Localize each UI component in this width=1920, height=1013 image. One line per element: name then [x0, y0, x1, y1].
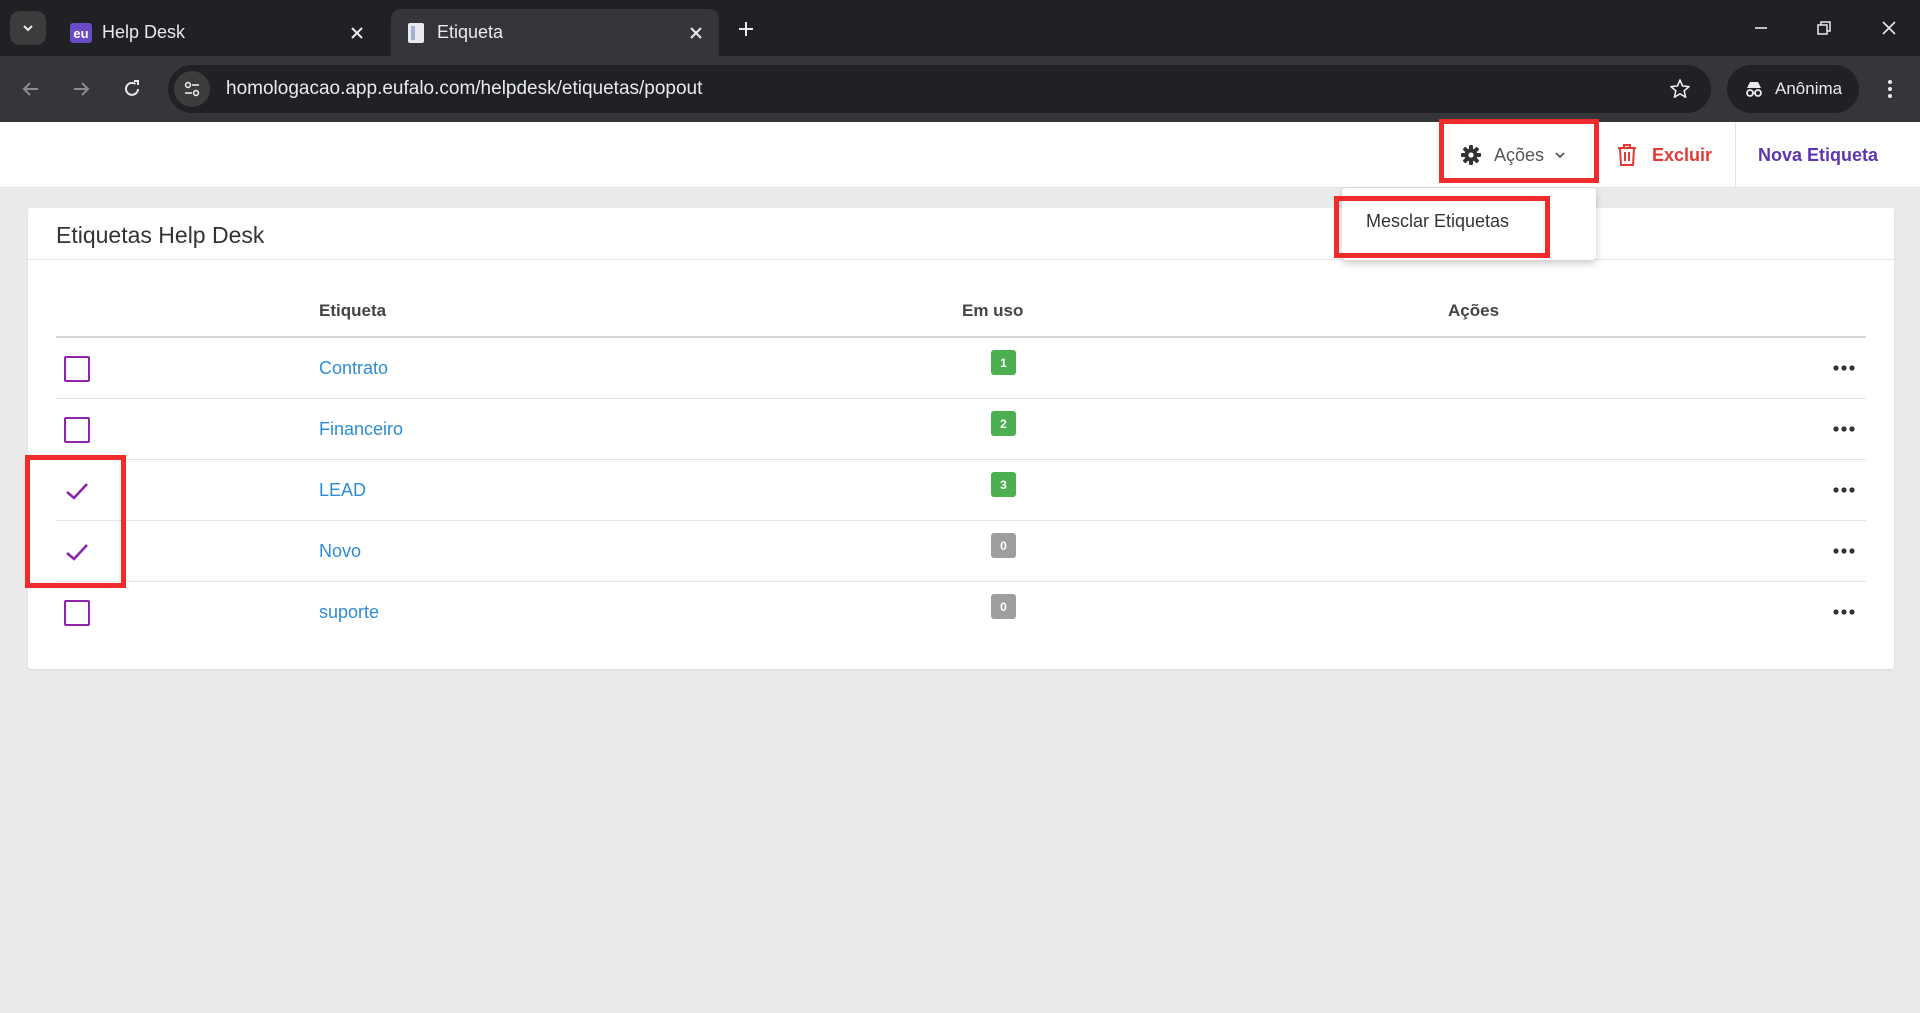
- incognito-icon: [1746, 82, 1762, 97]
- tag-name-link[interactable]: suporte: [319, 602, 379, 623]
- row-actions-button[interactable]: [1828, 537, 1860, 565]
- incognito-profile-button[interactable]: Anônima: [1727, 65, 1859, 113]
- tab-search-button[interactable]: [10, 11, 46, 45]
- more-horiz-icon: [1833, 548, 1855, 554]
- table-row: suporte 0: [56, 582, 1866, 643]
- column-header-in-use[interactable]: Em uso: [962, 301, 1023, 321]
- close-tab-button[interactable]: [342, 18, 372, 48]
- tag-name-link[interactable]: Contrato: [319, 358, 388, 379]
- usage-count-badge: 1: [991, 350, 1016, 375]
- star-icon: [1670, 79, 1690, 98]
- usage-count-badge: 0: [991, 594, 1016, 619]
- eufalo-favicon: eu: [70, 22, 92, 44]
- table-row: Financeiro 2: [56, 399, 1866, 460]
- card-title: Etiquetas Help Desk: [56, 222, 265, 248]
- url-text[interactable]: homologacao.app.eufalo.com/helpdesk/etiq…: [226, 78, 1663, 100]
- forward-button[interactable]: [64, 72, 98, 106]
- gear-icon: [1461, 145, 1481, 165]
- merge-tags-menu-item[interactable]: Mesclar Etiquetas: [1342, 198, 1596, 244]
- site-settings-icon: [184, 81, 200, 97]
- restore-button[interactable]: [1804, 10, 1844, 46]
- address-bar[interactable]: homologacao.app.eufalo.com/helpdesk/etiq…: [168, 65, 1711, 113]
- favicon-text: eu: [73, 26, 88, 41]
- actions-dropdown-menu: Mesclar Etiquetas: [1342, 188, 1596, 260]
- check-icon: [66, 544, 88, 561]
- row-checkbox[interactable]: [64, 417, 90, 443]
- minimize-icon: [1755, 27, 1767, 29]
- document-favicon: [405, 22, 427, 44]
- table-row: Contrato 1: [56, 338, 1866, 399]
- close-icon: [690, 26, 702, 39]
- card-divider: [28, 259, 1894, 260]
- close-window-button[interactable]: [1869, 10, 1909, 46]
- more-horiz-icon: [1833, 609, 1855, 615]
- column-header-actions: Ações: [1448, 301, 1500, 320]
- tab-title: Help Desk: [102, 22, 186, 42]
- table-row: LEAD 3: [56, 460, 1866, 521]
- tag-name-link[interactable]: Novo: [319, 541, 361, 562]
- close-tab-button[interactable]: [681, 18, 711, 48]
- chevron-down-icon: [1555, 152, 1565, 159]
- back-icon: [22, 82, 38, 96]
- tab-etiqueta[interactable]: Etiqueta: [391, 9, 719, 56]
- header-divider: [1735, 122, 1736, 188]
- site-info-button[interactable]: [174, 71, 210, 107]
- minimize-button[interactable]: [1741, 10, 1781, 46]
- usage-count-badge: 2: [991, 411, 1016, 436]
- browser-toolbar: homologacao.app.eufalo.com/helpdesk/etiq…: [0, 56, 1920, 122]
- tab-title: Etiqueta: [437, 22, 504, 42]
- row-actions-button[interactable]: [1828, 354, 1860, 382]
- close-icon: [351, 26, 363, 39]
- check-icon: [66, 483, 88, 500]
- back-button[interactable]: [14, 72, 48, 106]
- app-header: Ações Excluir Nova Etiqueta: [0, 122, 1920, 188]
- bookmark-button[interactable]: [1663, 72, 1697, 106]
- browser-tab-bar: eu Help Desk Etiqueta: [0, 0, 1920, 56]
- browser-menu-button[interactable]: [1872, 72, 1908, 106]
- row-checkbox[interactable]: [64, 356, 90, 382]
- tab-help-desk[interactable]: eu Help Desk: [56, 9, 380, 56]
- restore-icon: [1817, 21, 1831, 35]
- tag-name-link[interactable]: Financeiro: [319, 419, 403, 440]
- document-icon: [408, 22, 424, 43]
- row-actions-button[interactable]: [1828, 476, 1860, 504]
- column-header-tag[interactable]: Etiqueta: [319, 301, 386, 321]
- tags-card: Etiquetas Help Desk Etiqueta Em uso Açõe…: [28, 208, 1894, 669]
- plus-icon: [739, 22, 753, 36]
- tag-name-link[interactable]: LEAD: [319, 480, 366, 501]
- forward-icon: [74, 82, 90, 96]
- actions-dropdown-button[interactable]: Ações: [1446, 130, 1592, 180]
- delete-label: Excluir: [1652, 144, 1713, 165]
- delete-button[interactable]: Excluir: [1616, 130, 1712, 180]
- row-checkbox-checked[interactable]: [62, 476, 92, 506]
- close-icon: [1882, 21, 1896, 35]
- chevron-down-icon: [23, 25, 33, 32]
- new-tab-button[interactable]: [730, 13, 762, 45]
- more-horiz-icon: [1833, 426, 1855, 432]
- row-actions-button[interactable]: [1828, 415, 1860, 443]
- reload-button[interactable]: [115, 72, 149, 106]
- table-row: Novo 0: [56, 521, 1866, 582]
- row-actions-button[interactable]: [1828, 598, 1860, 626]
- more-horiz-icon: [1833, 365, 1855, 371]
- reload-icon: [125, 80, 139, 96]
- row-checkbox[interactable]: [64, 600, 90, 626]
- more-vert-icon: [1888, 80, 1892, 98]
- more-horiz-icon: [1833, 487, 1855, 493]
- trash-icon: [1618, 144, 1636, 166]
- profile-label: Anônima: [1775, 79, 1843, 98]
- usage-count-badge: 0: [991, 533, 1016, 558]
- new-tag-button[interactable]: Nova Etiqueta: [1758, 130, 1878, 180]
- usage-count-badge: 3: [991, 472, 1016, 497]
- row-checkbox-checked[interactable]: [62, 537, 92, 567]
- actions-label: Ações: [1494, 144, 1545, 165]
